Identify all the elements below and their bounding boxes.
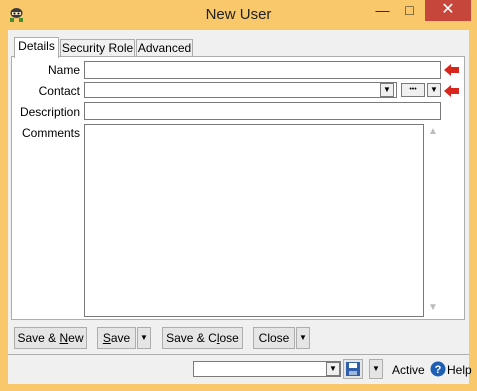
app-window: New User — □ ✕ Details Security Role Adv… xyxy=(0,0,477,391)
save-label-post: ave xyxy=(110,331,131,345)
save-and-close-button[interactable]: Save & Close xyxy=(162,327,243,349)
save-button[interactable]: Save xyxy=(97,327,136,349)
contact-combo[interactable] xyxy=(84,82,397,98)
active-label: Active xyxy=(392,363,425,377)
window-client: Details Security Role Advanced Name Cont… xyxy=(8,30,472,384)
save-options-dropdown[interactable]: ▼ xyxy=(137,327,151,349)
comments-textarea[interactable] xyxy=(84,124,424,317)
maximize-button[interactable]: □ xyxy=(396,0,423,21)
minimize-button[interactable]: — xyxy=(369,0,396,21)
status-combo-arrow[interactable]: ▼ xyxy=(326,362,340,376)
comments-scroll-down-arrow[interactable]: ▼ xyxy=(426,301,440,315)
close-button[interactable]: Close xyxy=(253,327,295,349)
contact-more-button[interactable]: ••• xyxy=(401,83,425,97)
contact-dropdown-arrow[interactable]: ▼ xyxy=(380,83,394,97)
tab-details[interactable]: Details xyxy=(14,37,59,58)
save-and-new-label-pre: Save & xyxy=(17,331,60,345)
save-and-close-label-post: ose xyxy=(219,331,239,345)
save-disk-button[interactable] xyxy=(343,359,363,379)
required-arrow-icon xyxy=(444,85,459,97)
help-circle-icon: ? xyxy=(430,361,446,377)
status-bar: ▼ ▼ Active ? Help xyxy=(8,354,472,384)
details-panel: Name Contact ▼ ••• ▼ Description Comment… xyxy=(11,56,465,320)
save-and-new-label-post: ew xyxy=(68,331,84,345)
description-field[interactable] xyxy=(84,102,441,120)
name-label: Name xyxy=(47,63,80,77)
close-window-button[interactable]: ✕ xyxy=(425,0,471,21)
save-disk-dropdown[interactable]: ▼ xyxy=(369,359,383,379)
contact-label: Contact xyxy=(38,84,80,98)
save-and-close-label-pre: Save & C xyxy=(166,331,217,345)
title-bar[interactable]: New User — □ ✕ xyxy=(0,0,477,30)
status-combo[interactable] xyxy=(193,361,341,377)
help-label: Help xyxy=(447,363,472,377)
tab-security-role[interactable]: Security Role xyxy=(60,39,135,56)
comments-label: Comments xyxy=(21,126,80,140)
description-label: Description xyxy=(19,105,80,119)
close-options-dropdown[interactable]: ▼ xyxy=(296,327,310,349)
contact-more-dropdown-arrow[interactable]: ▼ xyxy=(427,83,441,97)
svg-text:?: ? xyxy=(435,364,442,376)
required-arrow-icon xyxy=(444,64,459,76)
tab-advanced[interactable]: Advanced xyxy=(136,39,193,56)
floppy-disk-icon xyxy=(346,362,360,376)
help-button[interactable]: ? Help xyxy=(429,360,472,378)
name-field[interactable] xyxy=(84,61,441,79)
save-and-new-mnemonic: N xyxy=(59,331,69,345)
save-mnemonic: S xyxy=(102,331,111,345)
save-and-new-button[interactable]: Save & New xyxy=(14,327,87,349)
comments-scroll-up-arrow[interactable]: ▲ xyxy=(426,125,440,139)
